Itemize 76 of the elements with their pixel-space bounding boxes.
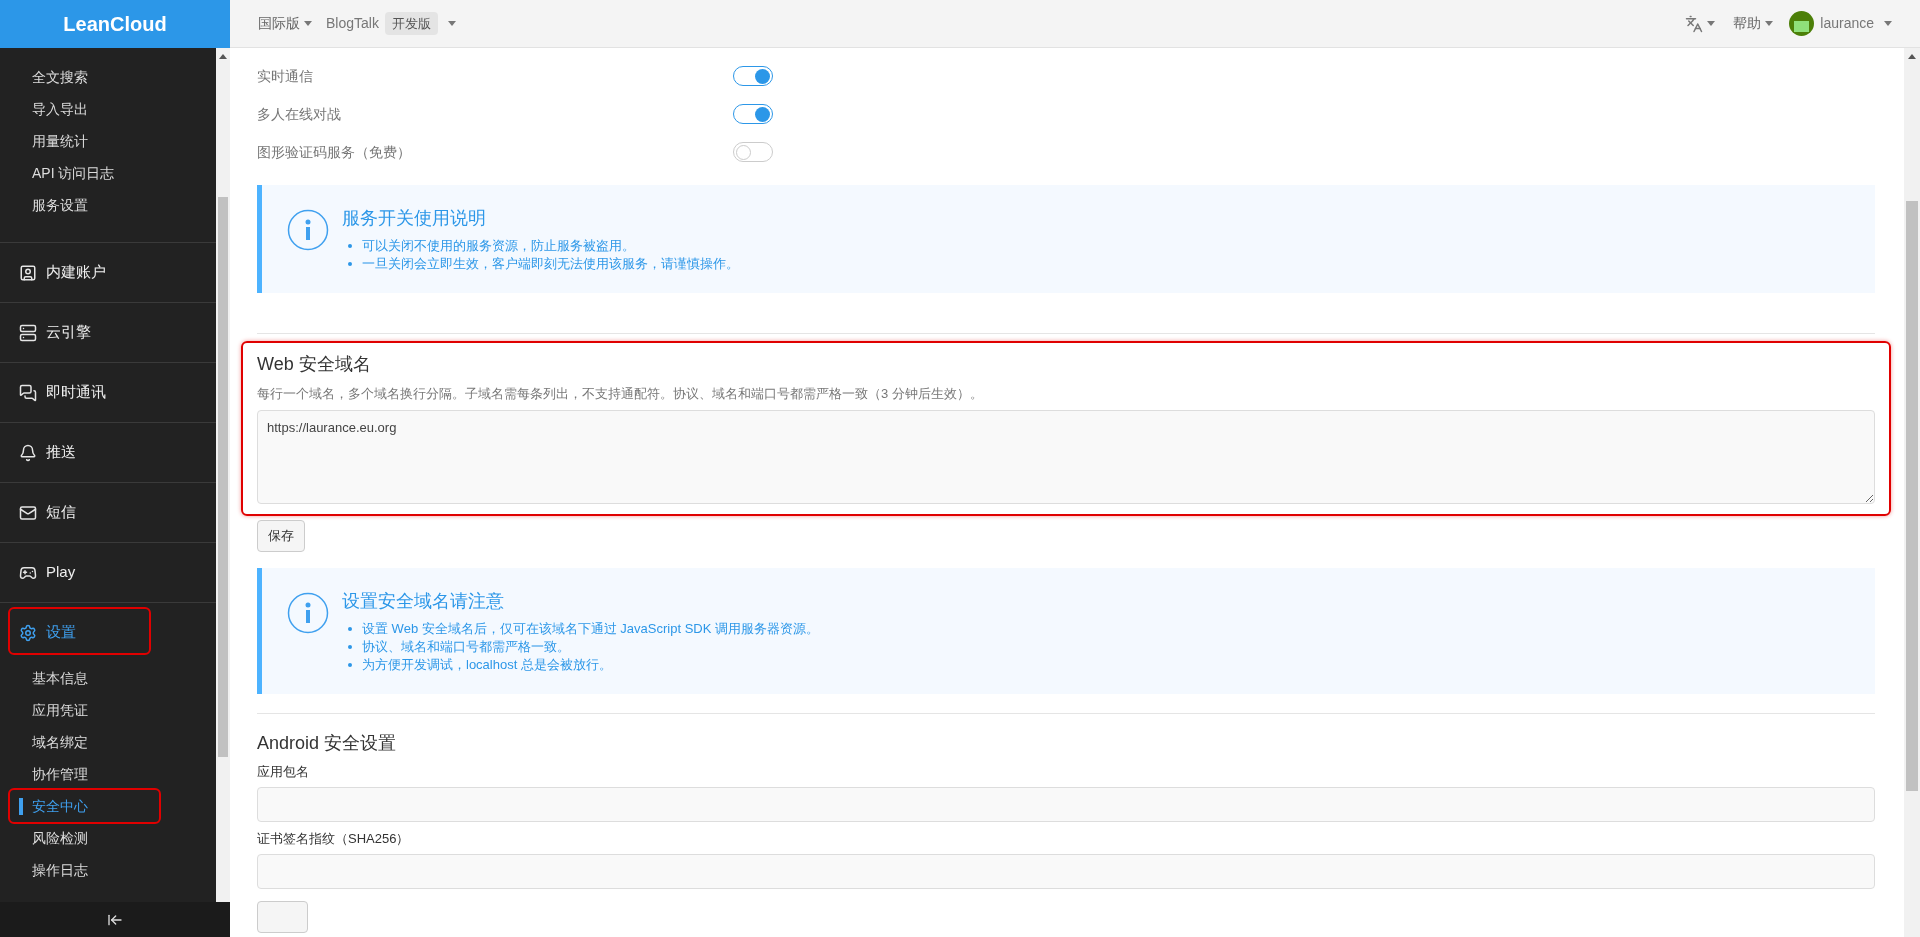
sidebar-item[interactable]: 全文搜索: [32, 66, 88, 88]
sidebar-item[interactable]: 安全中心: [32, 795, 88, 817]
bullet-icon: [348, 663, 352, 667]
toggle-switch[interactable]: [733, 142, 773, 162]
toggle-switch[interactable]: [733, 104, 773, 124]
notice-item: 可以关闭不使用的服务资源，防止服务被盗用。: [362, 237, 635, 255]
section-icon: [19, 323, 37, 342]
scrollbar-thumb[interactable]: [1906, 201, 1918, 791]
user-name: laurance: [1820, 14, 1874, 33]
caret-icon: [447, 21, 456, 26]
help-dropdown[interactable]: 帮助: [1733, 13, 1774, 34]
service-label: 图形验证码服务（免费）: [257, 142, 412, 162]
sidebar-item[interactable]: 导入导出: [32, 98, 88, 120]
sidebar-item[interactable]: 用量统计: [32, 130, 88, 152]
scrollbar[interactable]: [216, 48, 230, 902]
bullet-icon: [348, 244, 352, 248]
bullet-icon: [348, 627, 352, 631]
save-button[interactable]: [257, 901, 308, 933]
section-description: 每行一个域名，多个域名换行分隔。子域名需每条列出，不支持通配符。协议、域名和端口号都需严格一致（3 分钟后生效）。: [257, 385, 984, 403]
scroll-up-icon[interactable]: [219, 54, 227, 59]
domain-textarea[interactable]: https://laurance.eu.org: [257, 410, 1875, 504]
sidebar-item[interactable]: API 访问日志: [32, 162, 115, 184]
language-dropdown[interactable]: [1685, 14, 1716, 33]
notice-title: 设置安全域名请注意: [342, 590, 505, 613]
sidebar-section[interactable]: Play: [46, 561, 76, 584]
notice-item: 一旦关闭会立即生效，客户端即刻无法使用该服务，请谨慎操作。: [362, 255, 739, 273]
sidebar-item[interactable]: 基本信息: [32, 667, 88, 689]
section-icon: [19, 503, 37, 522]
sidebar-section[interactable]: 设置: [46, 621, 76, 644]
scrollbar[interactable]: [1904, 48, 1920, 937]
caret-icon: [1884, 21, 1892, 26]
service-label: 多人在线对战: [257, 104, 342, 124]
sidebar-item[interactable]: 操作日志: [32, 859, 88, 881]
sidebar-item[interactable]: 风险检测: [32, 827, 88, 849]
section-icon: [19, 623, 37, 642]
section-icon: [19, 263, 37, 282]
sidebar-section[interactable]: 内建账户: [46, 261, 106, 284]
sidebar-section[interactable]: 即时通讯: [46, 381, 106, 404]
scroll-up-icon[interactable]: [1908, 54, 1916, 59]
info-icon: [287, 209, 329, 251]
sidebar-section[interactable]: 短信: [46, 501, 76, 524]
region-dropdown[interactable]: 国际版: [258, 13, 312, 34]
field-label: 应用包名: [257, 763, 310, 781]
language-icon: [1685, 14, 1704, 33]
caret-icon: [304, 21, 312, 26]
sidebar-section[interactable]: 推送: [46, 441, 76, 464]
toggle-switch[interactable]: [733, 66, 773, 86]
section-title: Web 安全域名: [257, 353, 372, 376]
section-title: Android 安全设置: [257, 732, 398, 755]
sidebar-item[interactable]: 协作管理: [32, 763, 88, 785]
sidebar-item[interactable]: 应用凭证: [32, 699, 88, 721]
input-field[interactable]: [257, 854, 1875, 889]
app-name: BlogTalk: [326, 14, 379, 33]
caret-icon: [1765, 21, 1774, 26]
input-field[interactable]: [257, 787, 1875, 822]
notice-item: 协议、域名和端口号都需严格一致。: [362, 638, 570, 656]
field-label: 证书签名指纹（SHA256）: [257, 830, 411, 848]
save-button[interactable]: 保存: [257, 520, 305, 552]
service-label: 实时通信: [257, 66, 314, 86]
sidebar-item[interactable]: 服务设置: [32, 194, 88, 216]
scrollbar-thumb[interactable]: [218, 197, 228, 757]
caret-icon: [1707, 21, 1716, 26]
env-badge: 开发版: [384, 11, 438, 36]
avatar-icon: [1789, 11, 1815, 36]
section-icon: [19, 383, 37, 402]
notice-title: 服务开关使用说明: [342, 207, 487, 230]
info-icon: [287, 592, 329, 634]
app-dropdown[interactable]: BlogTalk 开发版: [326, 11, 456, 36]
bullet-icon: [348, 262, 352, 266]
sidebar-item[interactable]: 域名绑定: [32, 731, 88, 753]
notice-item: 为方便开发调试，localhost 总是会被放行。: [362, 656, 612, 674]
bullet-icon: [348, 645, 352, 649]
section-icon: [19, 443, 37, 462]
notice-item: 设置 Web 安全域名后，仅可在该域名下通过 JavaScript SDK 调用服务器资源。: [362, 620, 819, 638]
sidebar-section[interactable]: 云引擎: [46, 321, 91, 344]
user-menu[interactable]: laurance: [1789, 11, 1892, 36]
